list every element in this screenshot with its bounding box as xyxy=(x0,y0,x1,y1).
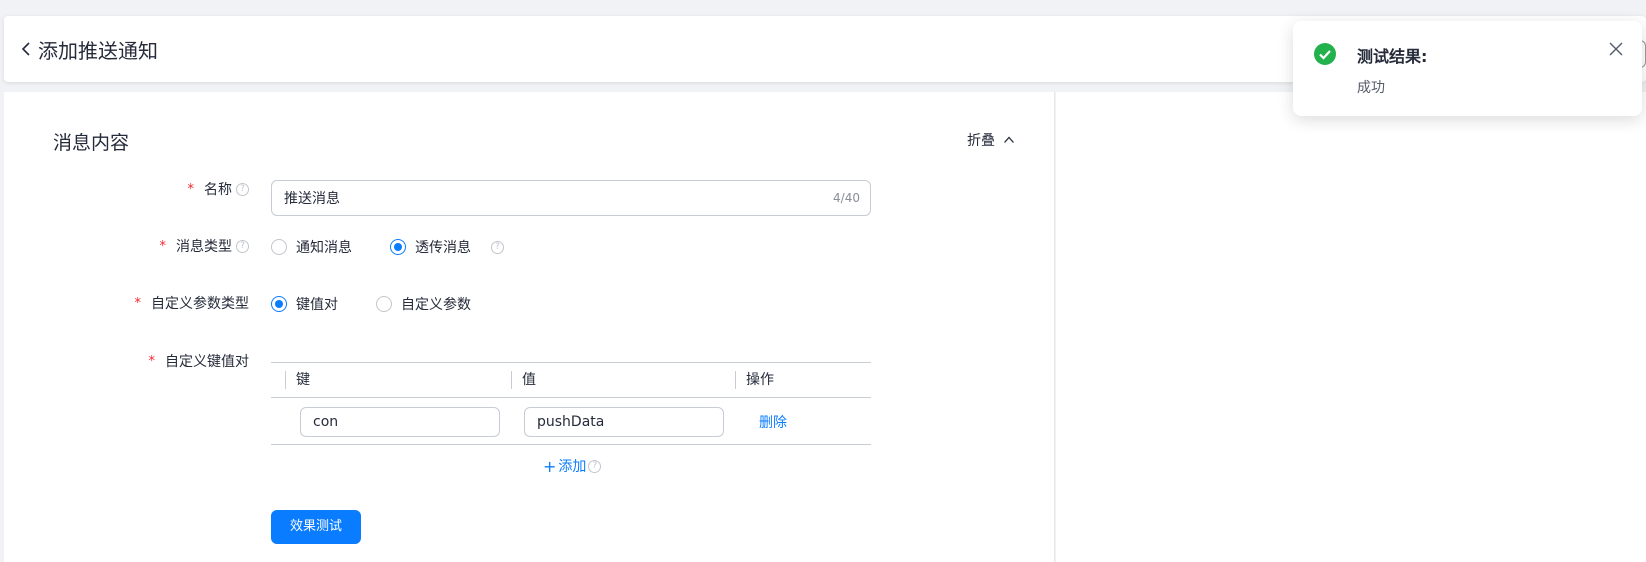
success-check-icon xyxy=(1314,43,1336,65)
required-asterisk: * xyxy=(148,353,156,369)
required-asterisk: * xyxy=(159,238,167,254)
back-chevron-icon[interactable] xyxy=(20,40,32,58)
radio-unchecked-icon xyxy=(376,296,392,312)
param-type-label-row: * 自定义参数类型 xyxy=(135,293,250,313)
required-asterisk: * xyxy=(134,295,142,311)
radio-passthrough[interactable]: 透传消息 xyxy=(390,237,471,257)
kv-table-header: 键 值 操作 xyxy=(271,362,871,398)
help-icon[interactable]: ? xyxy=(491,240,504,254)
param-type-radio-group: 键值对 自定义参数 xyxy=(271,294,471,314)
preview-panel xyxy=(1056,92,1646,562)
column-header-action: 操作 xyxy=(735,371,774,389)
msg-type-radio-group: 通知消息 透传消息 ? xyxy=(271,237,504,257)
collapse-toggle[interactable]: 折叠 xyxy=(967,130,1015,150)
char-count: 4/40 xyxy=(833,191,860,205)
radio-checked-icon xyxy=(271,296,287,312)
radio-checked-icon xyxy=(390,239,406,255)
help-icon[interactable]: ? xyxy=(588,459,602,473)
help-icon[interactable]: ? xyxy=(236,182,249,196)
kv-label-row: * 自定义键值对 xyxy=(149,351,250,371)
kv-label: 自定义键值对 xyxy=(165,354,249,370)
radio-unchecked-icon xyxy=(271,239,287,255)
help-icon[interactable]: ? xyxy=(236,239,249,253)
radio-notification[interactable]: 通知消息 xyxy=(271,237,352,257)
name-label: 名称 xyxy=(204,182,232,198)
add-row-link[interactable]: + 添加 ? xyxy=(543,456,602,476)
top-strip xyxy=(0,0,1646,4)
toast-message: 成功 xyxy=(1357,80,1385,96)
page-title: 添加推送通知 xyxy=(38,38,158,63)
add-row-label: 添加 xyxy=(558,459,587,475)
collapse-label: 折叠 xyxy=(967,133,995,149)
plus-icon: + xyxy=(543,456,557,476)
name-label-row: * 名称 ? xyxy=(187,179,249,199)
msg-type-label-row: * 消息类型 ? xyxy=(159,236,249,256)
column-header-key: 键 xyxy=(285,371,310,389)
toast-title: 测试结果: xyxy=(1357,47,1428,66)
kv-table: 键 值 操作 con pushData 删除 + 添加 ? xyxy=(271,362,871,476)
section-title: 消息内容 xyxy=(53,132,130,154)
close-icon[interactable] xyxy=(1609,42,1623,56)
chevron-up-icon xyxy=(1004,136,1014,143)
msg-type-label: 消息类型 xyxy=(176,239,232,255)
delete-row-link[interactable]: 删除 xyxy=(759,412,787,432)
toast-notification: 测试结果: 成功 xyxy=(1293,21,1642,116)
name-input-value: 推送消息 xyxy=(284,191,340,207)
radio-label: 自定义参数 xyxy=(401,297,471,313)
table-row: con pushData 删除 xyxy=(271,398,871,445)
required-asterisk: * xyxy=(187,181,195,197)
radio-label: 通知消息 xyxy=(296,240,352,256)
radio-label: 键值对 xyxy=(296,297,338,313)
test-button[interactable]: 效果测试 xyxy=(271,510,361,544)
param-type-label: 自定义参数类型 xyxy=(151,296,249,312)
radio-key-value[interactable]: 键值对 xyxy=(271,294,338,314)
form-panel: 消息内容 折叠 * 名称 ? 推送消息 4/40 * 消息类型 ? 通知消息 透… xyxy=(4,92,1055,562)
radio-label: 透传消息 xyxy=(415,240,471,256)
radio-custom-param[interactable]: 自定义参数 xyxy=(376,294,471,314)
column-header-value: 值 xyxy=(511,371,536,389)
name-input[interactable]: 推送消息 4/40 xyxy=(271,180,871,216)
key-input[interactable]: con xyxy=(300,407,500,437)
value-input[interactable]: pushData xyxy=(524,407,724,437)
